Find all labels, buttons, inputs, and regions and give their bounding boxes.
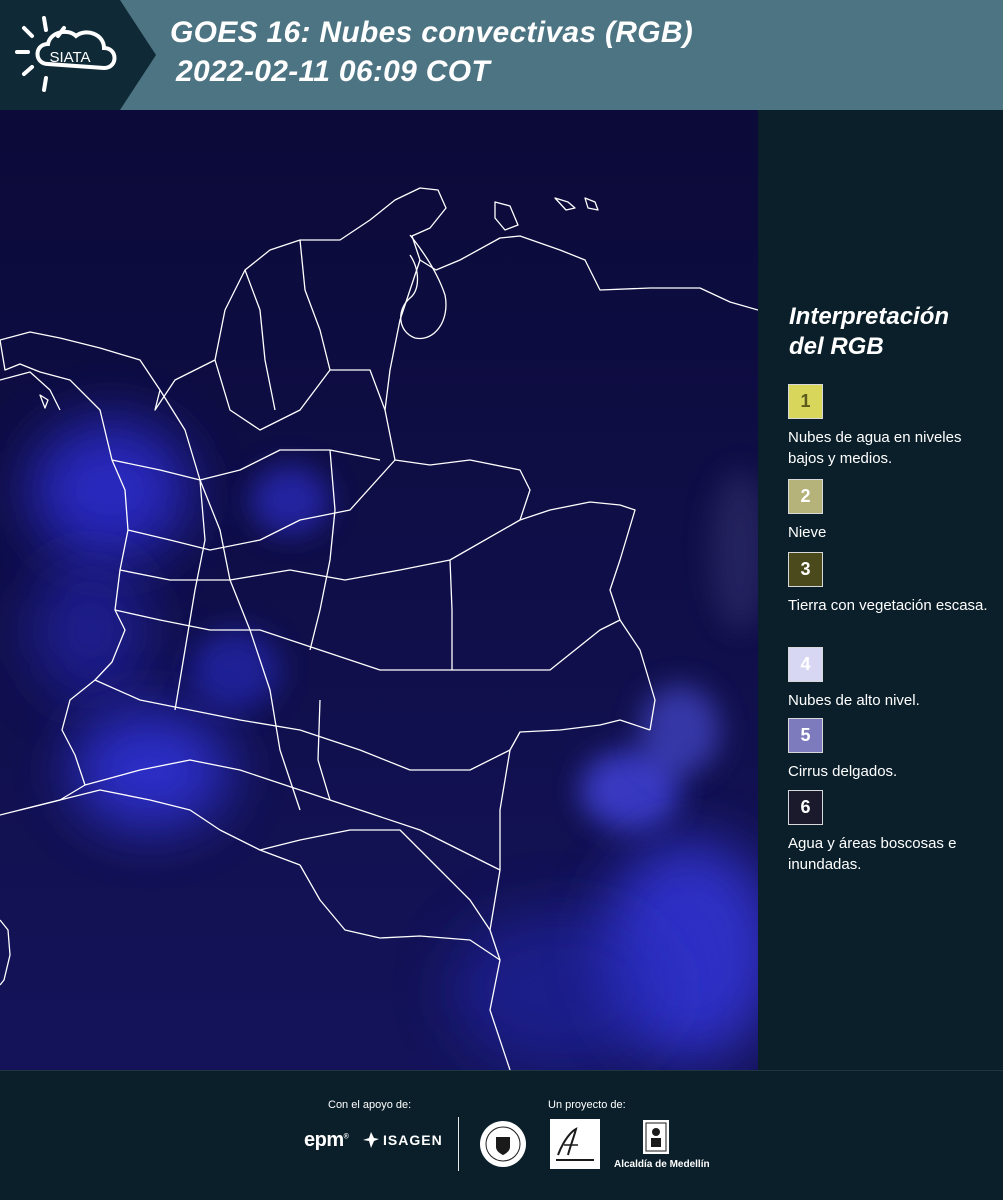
isagen-logo[interactable]: ISAGEN xyxy=(362,1131,443,1149)
legend-item-3: 3 Tierra con vegetación escasa. xyxy=(788,552,998,616)
legend-label-2: Nieve xyxy=(788,524,827,541)
legend-panel: Interpretación del RGB 1 Nubes de agua e… xyxy=(760,110,1003,1070)
legend-label-1: Nubes de agua en niveles bajos y medios. xyxy=(788,429,962,467)
cloud-mass-border-east xyxy=(640,685,720,775)
legend-title: Interpretación del RGB xyxy=(789,302,999,362)
siata-logo[interactable]: SIATA xyxy=(14,14,126,96)
legend-label-3: Tierra con vegetación escasa. xyxy=(788,597,988,614)
legend-swatch-6: 6 xyxy=(788,790,823,825)
isagen-logo-text: ISAGEN xyxy=(383,1132,443,1148)
siata-sun-cloud-icon: SIATA xyxy=(15,16,117,92)
cloud-mass-central xyxy=(190,630,280,710)
satellite-map[interactable] xyxy=(0,110,758,1070)
legend-title-line1: Interpretación xyxy=(789,303,950,330)
legend-swatch-number: 4 xyxy=(800,654,811,674)
page-title: GOES 16: Nubes convectivas (RGB) xyxy=(170,16,694,49)
legend-swatch-2: 2 xyxy=(788,479,823,514)
siata-logo-text: SIATA xyxy=(49,49,90,66)
footer-divider xyxy=(458,1117,459,1171)
legend-item-4: 4 Nubes de alto nivel. xyxy=(788,647,998,711)
epm-logo[interactable]: epm® xyxy=(304,1129,349,1152)
legend-swatch-number: 2 xyxy=(800,486,811,506)
legend-swatch-5: 5 xyxy=(788,718,823,753)
legend-item-1: 1 Nubes de agua en niveles bajos y medio… xyxy=(788,384,998,469)
legend-swatch-number: 1 xyxy=(800,391,811,411)
support-label: Con el apoyo de: xyxy=(328,1099,412,1111)
legend-label-5: Cirrus delgados. xyxy=(788,763,898,780)
isagen-mark-icon xyxy=(363,1132,379,1148)
page-subtitle-datetime: 2022-02-11 06:09 COT xyxy=(176,55,490,88)
alcaldia-logo-text: Alcaldía de Medellín xyxy=(614,1159,710,1170)
cloud-mass-southwest xyxy=(70,710,230,830)
legend-swatch-number: 3 xyxy=(800,559,811,579)
map-canvas[interactable] xyxy=(0,110,758,1070)
epm-logo-text: epm xyxy=(304,1129,344,1151)
legend-title-line2: del RGB xyxy=(789,333,884,360)
medellin-seal-logo[interactable] xyxy=(478,1119,528,1169)
area-metropolitana-logo[interactable] xyxy=(550,1119,600,1169)
legend-swatch-4: 4 xyxy=(788,647,823,682)
cloud-mass-south xyxy=(450,910,670,1070)
legend-swatch-3: 3 xyxy=(788,552,823,587)
alcaldia-medellin-logo[interactable] xyxy=(642,1119,670,1155)
legend-item-5: 5 Cirrus delgados. xyxy=(788,718,998,782)
legend-item-2: 2 Nieve xyxy=(788,479,998,543)
legend-label-6: Agua y áreas boscosas e inundadas. xyxy=(788,835,957,873)
project-label: Un proyecto de: xyxy=(548,1099,626,1111)
legend-label-4: Nubes de alto nivel. xyxy=(788,692,920,709)
footer: Con el apoyo de: Un proyecto de: epm® IS… xyxy=(0,1070,1003,1200)
legend-swatch-number: 5 xyxy=(800,725,811,745)
cloud-mass-pacific-mid xyxy=(30,560,150,700)
legend-swatch-number: 6 xyxy=(800,797,811,817)
legend-swatch-1: 1 xyxy=(788,384,823,419)
legend-item-6: 6 Agua y áreas boscosas e inundadas. xyxy=(788,790,998,875)
